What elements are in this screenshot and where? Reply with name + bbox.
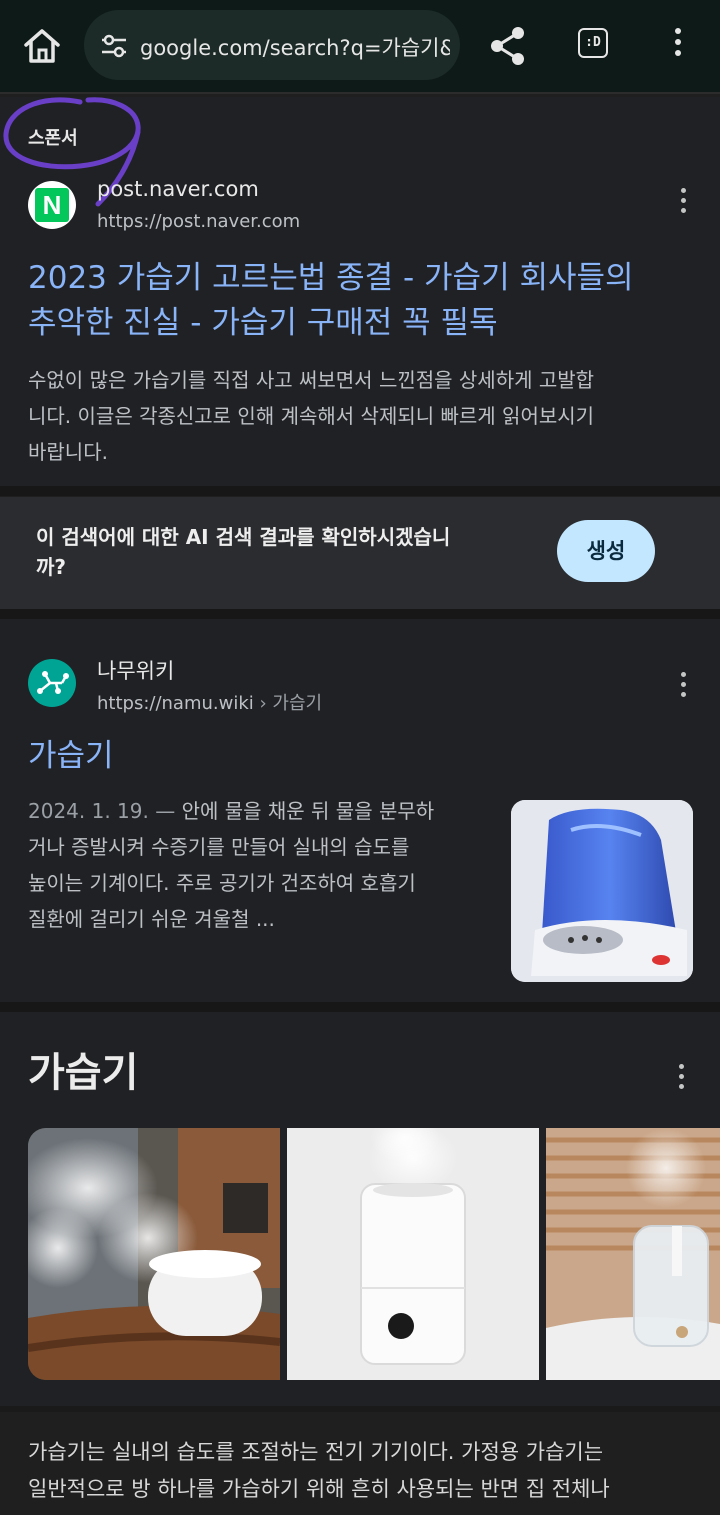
site-settings-icon[interactable] [100, 33, 128, 59]
more-vert-icon [671, 1064, 691, 1089]
section-divider [0, 1406, 720, 1412]
humidifier-thumbnail[interactable] [511, 800, 693, 982]
naver-favicon: N [28, 181, 76, 229]
browser-menu-button[interactable] [666, 28, 690, 64]
sponsored-snippet: 수없이 많은 가습기를 직접 사고 써보면서 느낀점을 상세하게 고발합 니다.… [28, 368, 595, 464]
more-vert-icon [673, 672, 693, 697]
sponsored-site-name[interactable]: post.naver.com [97, 177, 259, 201]
knowledge-panel-title: 가습기 [28, 1050, 139, 1096]
more-vert-icon [666, 28, 690, 56]
namu-snippet: 2024. 1. 19. — 안에 물을 채운 뒤 물을 분무하 거나 증발시켜… [28, 799, 435, 931]
address-bar[interactable]: google.com/search?q=가습기&c [84, 10, 460, 80]
sponsored-result-title[interactable]: 2023 가습기 고르는법 종결 - 가습기 회사들의 추악한 진실 - 가습기… [28, 256, 708, 346]
gallery-image-3[interactable] [546, 1128, 720, 1380]
knowledge-panel-description: 가습기는 실내의 습도를 조절하는 전기 기기이다. 가정용 가습기는 일반적으… [28, 1440, 610, 1501]
share-icon [491, 27, 524, 65]
namu-logo-icon [37, 671, 69, 694]
share-button[interactable] [488, 24, 528, 68]
namu-breadcrumb: › 가습기 [259, 693, 323, 714]
sponsored-site-url[interactable]: https://post.naver.com [97, 211, 300, 232]
tab-switcher-button[interactable]: :D [578, 28, 608, 58]
home-icon [24, 29, 60, 63]
humidifier-blue-image [511, 800, 693, 982]
gallery-image-2[interactable] [287, 1128, 539, 1380]
naver-n-logo: N [35, 188, 69, 222]
cylinder-humidifier-image [546, 1128, 720, 1380]
knowledge-panel-more-button[interactable] [671, 1064, 691, 1094]
more-vert-icon [673, 188, 693, 213]
url-text[interactable]: google.com/search?q=가습기&c [140, 32, 450, 62]
round-humidifier-image [28, 1128, 280, 1380]
square-humidifier-image [287, 1128, 539, 1380]
namu-favicon [28, 659, 76, 707]
sponsored-more-button[interactable] [673, 188, 693, 218]
section-divider [0, 486, 720, 496]
gallery-image-1[interactable] [28, 1128, 280, 1380]
namu-site-url[interactable]: https://namu.wiki › 가습기 [97, 689, 322, 715]
generate-button[interactable]: 생성 [557, 520, 655, 582]
section-divider [0, 1002, 720, 1012]
result-date: 2024. 1. 19. — [28, 799, 176, 823]
namu-more-button[interactable] [673, 672, 693, 702]
namu-result-title[interactable]: 가습기 [28, 734, 114, 779]
browser-toolbar: google.com/search?q=가습기&c :D [0, 0, 720, 94]
home-button[interactable] [20, 24, 64, 68]
namu-site-name[interactable]: 나무위키 [97, 655, 174, 685]
ai-prompt-text: 이 검색어에 대한 AI 검색 결과를 확인하시겠습니 까? [36, 525, 451, 579]
section-divider [0, 609, 720, 619]
